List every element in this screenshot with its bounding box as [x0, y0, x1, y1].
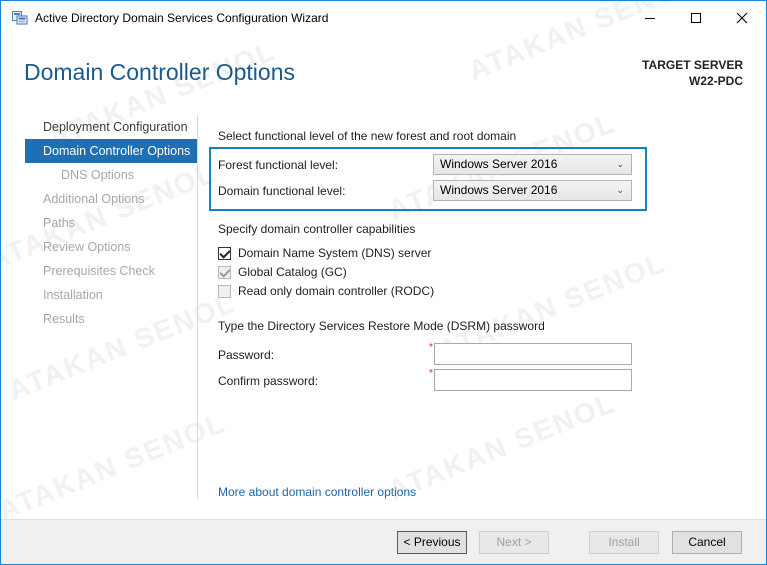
- watermark-text: ATAKAN SENOL: [383, 386, 621, 507]
- nav-item-prerequisites-check: Prerequisites Check: [43, 264, 155, 278]
- title-bar: Active Directory Domain Services Configu…: [1, 1, 766, 35]
- dns-server-label: Domain Name System (DNS) server: [238, 246, 432, 260]
- nav-item-installation: Installation: [43, 288, 103, 302]
- rodc-checkbox: [218, 285, 231, 298]
- forest-level-value: Windows Server 2016: [440, 157, 558, 171]
- previous-button[interactable]: < Previous: [397, 531, 467, 554]
- maximize-button[interactable]: [673, 1, 719, 35]
- password-input[interactable]: [434, 343, 632, 365]
- nav-item-additional-options: Additional Options: [43, 192, 145, 206]
- target-server-name: W22-PDC: [688, 74, 743, 88]
- nav-item-paths: Paths: [43, 216, 75, 230]
- chevron-down-icon: ⌄: [616, 159, 624, 169]
- functional-level-heading: Select functional level of the new fores…: [218, 129, 517, 143]
- wizard-nav: Deployment Configuration Domain Controll…: [25, 115, 197, 331]
- domain-level-select[interactable]: Windows Server 2016 ⌄: [433, 180, 632, 201]
- domain-level-label: Domain functional level:: [218, 184, 346, 198]
- server-manager-icon: [12, 11, 28, 25]
- target-server-label: TARGET SERVER: [642, 58, 743, 72]
- wizard-footer: < Previous Next > Install Cancel: [1, 519, 766, 564]
- dns-server-checkbox[interactable]: [218, 247, 231, 260]
- close-button[interactable]: [719, 1, 765, 35]
- chevron-down-icon: ⌄: [616, 185, 624, 195]
- more-about-dc-options-link[interactable]: More about domain controller options: [218, 485, 416, 499]
- capabilities-heading: Specify domain controller capabilities: [218, 222, 416, 236]
- global-catalog-checkbox: [218, 266, 231, 279]
- forest-level-label: Forest functional level:: [218, 158, 339, 172]
- dsrm-heading: Type the Directory Services Restore Mode…: [218, 319, 545, 333]
- rodc-label: Read only domain controller (RODC): [238, 284, 435, 298]
- watermark-text: ATAKAN SENOL: [0, 406, 231, 527]
- nav-item-domain-controller-options[interactable]: Domain Controller Options: [25, 139, 197, 163]
- nav-divider: [197, 115, 198, 499]
- window-title: Active Directory Domain Services Configu…: [35, 11, 329, 25]
- install-button[interactable]: Install: [589, 531, 659, 554]
- password-label: Password:: [218, 348, 275, 362]
- cancel-button[interactable]: Cancel: [672, 531, 742, 554]
- domain-level-value: Windows Server 2016: [440, 183, 558, 197]
- page-title: Domain Controller Options: [24, 59, 296, 85]
- nav-item-deployment-configuration[interactable]: Deployment Configuration: [25, 115, 197, 139]
- wizard-window: Active Directory Domain Services Configu…: [0, 0, 767, 565]
- forest-level-select[interactable]: Windows Server 2016 ⌄: [433, 154, 632, 175]
- next-button[interactable]: Next >: [479, 531, 549, 554]
- nav-item-dns-options: DNS Options: [61, 168, 134, 182]
- required-marker: *: [429, 368, 433, 379]
- global-catalog-label: Global Catalog (GC): [238, 265, 347, 279]
- nav-item-review-options: Review Options: [43, 240, 131, 254]
- confirm-password-input[interactable]: [434, 369, 632, 391]
- required-marker: *: [429, 342, 433, 353]
- confirm-password-label: Confirm password:: [218, 374, 319, 388]
- minimize-button[interactable]: [627, 1, 673, 35]
- nav-item-results: Results: [43, 312, 85, 326]
